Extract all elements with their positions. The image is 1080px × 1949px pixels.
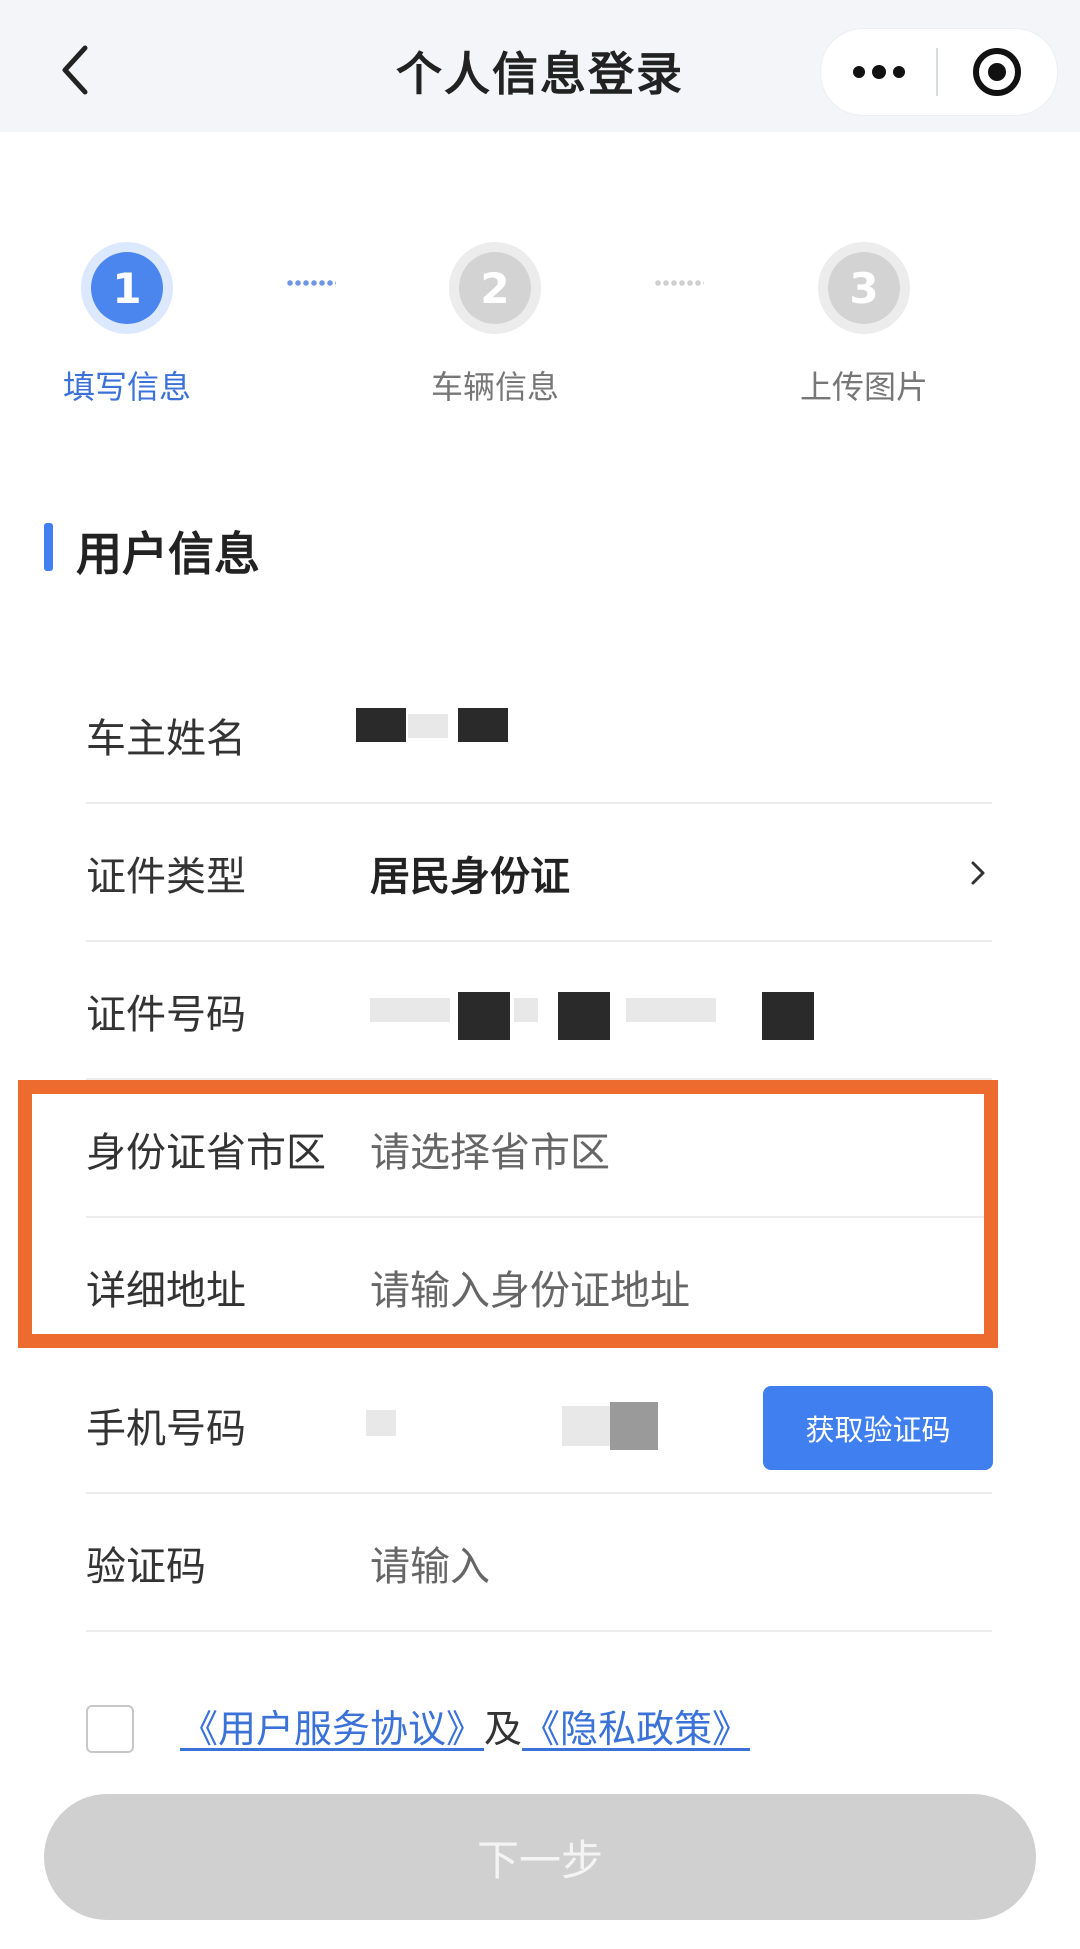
redacted-id-part-6 [762, 992, 814, 1040]
owner-name-row[interactable]: 车主姓名 [86, 666, 992, 804]
owner-name-label: 车主姓名 [86, 716, 246, 762]
close-program-button[interactable] [938, 29, 1056, 115]
agreement-and: 及 [484, 1707, 523, 1751]
redacted-name-part-2 [408, 714, 448, 738]
phone-label: 手机号码 [86, 1406, 246, 1452]
user-agreement-link[interactable]: 《用户服务协议》 [180, 1707, 484, 1751]
agreement-text: 《用户服务协议》及《隐私政策》 [180, 1698, 750, 1753]
step-connector-2 [654, 280, 704, 286]
redacted-phone-part-1 [366, 1410, 396, 1436]
step-connector-1 [286, 280, 336, 286]
redacted-phone-part-2 [562, 1406, 610, 1446]
more-dots-icon [852, 65, 905, 79]
redacted-id-part-5 [626, 998, 716, 1022]
redacted-name-part-3 [458, 708, 508, 742]
more-button[interactable] [821, 29, 936, 115]
nav-bar: 个人信息登录 [0, 0, 1080, 132]
step-1-circle: 1 [91, 252, 163, 324]
section-title: 用户信息 [76, 527, 260, 581]
step-2-label: 车辆信息 [430, 368, 559, 406]
code-label: 验证码 [86, 1544, 206, 1590]
mini-program-capsule [820, 28, 1058, 116]
step-1-label: 填写信息 [62, 368, 191, 406]
get-code-button[interactable]: 获取验证码 [763, 1386, 993, 1470]
step-3-circle: 3 [828, 252, 900, 324]
agreement-checkbox[interactable] [86, 1705, 134, 1753]
privacy-policy-link[interactable]: 《隐私政策》 [522, 1707, 750, 1751]
id-type-label: 证件类型 [86, 854, 246, 900]
section-accent-bar [44, 523, 53, 571]
id-type-value: 居民身份证 [370, 854, 570, 900]
chevron-right-icon [971, 861, 985, 885]
next-step-button[interactable]: 下一步 [44, 1794, 1036, 1920]
id-number-row[interactable]: 证件号码 [86, 942, 992, 1080]
step-2-circle: 2 [459, 252, 531, 324]
redacted-id-part-4 [558, 992, 610, 1040]
redacted-name-part-1 [356, 708, 406, 742]
redacted-id-part-3 [514, 998, 538, 1022]
id-type-row[interactable]: 证件类型 居民身份证 [86, 804, 992, 942]
id-number-label: 证件号码 [86, 992, 246, 1038]
redacted-phone-part-3 [610, 1402, 658, 1450]
highlight-annotation-box [18, 1080, 998, 1348]
target-icon [973, 48, 1021, 96]
redacted-id-part-1 [370, 998, 450, 1022]
redacted-id-part-2 [458, 992, 510, 1040]
code-placeholder: 请输入 [370, 1544, 490, 1590]
row-divider [86, 1630, 992, 1632]
step-3-label: 上传图片 [799, 368, 928, 406]
code-row[interactable]: 验证码 请输入 [86, 1494, 992, 1632]
